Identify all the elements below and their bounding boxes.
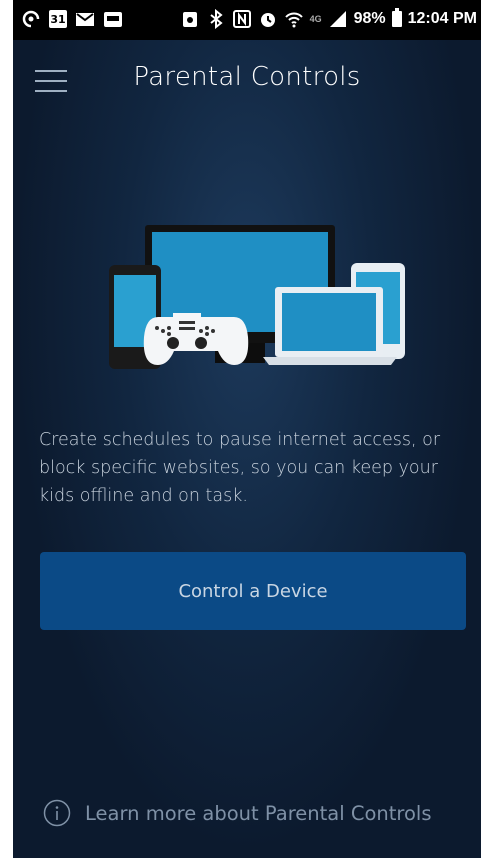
learn-more-label: Learn more about Parental Controls [85, 801, 432, 825]
alarm-lock-icon [180, 9, 200, 29]
calendar-icon: 31 [49, 10, 67, 28]
learn-more-link[interactable]: Learn more about Parental Controls [43, 798, 432, 828]
clock: 12:04 PM [407, 10, 477, 27]
control-device-button[interactable]: Control a Device [40, 552, 466, 630]
game-controller-icon [143, 313, 249, 365]
devices-illustration [109, 225, 405, 369]
description-text: Create schedules to pause internet acces… [39, 430, 441, 506]
status-left-icons: 31 [21, 9, 123, 29]
voicemail-icon [103, 9, 123, 29]
bluetooth-icon [206, 9, 226, 29]
battery-icon [391, 8, 402, 27]
control-device-label: Control a Device [178, 580, 328, 602]
battery-percent: 98% [353, 10, 386, 27]
phone-screen: 31 4G 98% 12:04 PM Parental Controls Cre… [13, 0, 481, 858]
hotspot-icon [21, 9, 41, 29]
mail-icon [75, 9, 95, 29]
network-type: 4G [309, 14, 322, 24]
nfc-icon [232, 9, 252, 29]
signal-icon [328, 9, 348, 29]
wifi-icon [284, 9, 304, 29]
laptop-icon [263, 287, 397, 365]
page-title: Parental Controls [133, 62, 361, 92]
status-bar: 31 4G 98% 12:04 PM [13, 0, 481, 40]
main-content: Parental Controls Create schedules to pa… [13, 40, 481, 858]
status-right-icons: 4G 98% 12:04 PM [180, 8, 477, 29]
alarm-icon [258, 9, 278, 29]
info-icon [43, 799, 71, 827]
